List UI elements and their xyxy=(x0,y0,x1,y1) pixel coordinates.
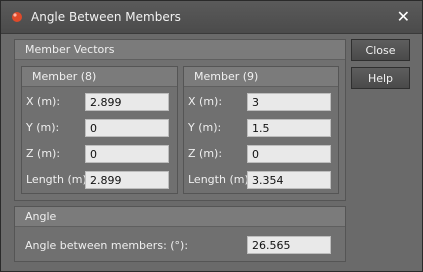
close-button[interactable]: Close xyxy=(351,39,410,61)
member-a-y-label: Y (m): xyxy=(26,121,60,134)
member-a-y-field[interactable]: 0 xyxy=(85,119,169,137)
angle-header: Angle xyxy=(15,207,345,227)
member-a-group: Member (8) X (m): 2.899 Y (m): 0 Z (m): … xyxy=(21,66,178,194)
member-a-x-field[interactable]: 2.899 xyxy=(85,93,169,111)
member-a-x-label: X (m): xyxy=(26,95,61,108)
help-button[interactable]: Help xyxy=(351,67,410,89)
title-bar[interactable]: Angle Between Members ✕ xyxy=(1,1,422,34)
member-b-title: Member (9) xyxy=(194,70,259,83)
member-b-x-label: X (m): xyxy=(188,95,223,108)
member-a-length-field[interactable]: 2.899 xyxy=(85,171,169,189)
member-b-group: Member (9) X (m): 3 Y (m): 1.5 Z (m): 0 … xyxy=(183,66,339,194)
angle-label: Angle between members: (°): xyxy=(25,239,189,252)
member-b-x-field[interactable]: 3 xyxy=(247,93,331,111)
close-icon[interactable]: ✕ xyxy=(397,7,410,26)
angle-value-field[interactable]: 26.565 xyxy=(247,236,331,254)
member-b-y-label: Y (m): xyxy=(188,121,222,134)
member-b-header: Member (9) xyxy=(184,67,338,87)
angle-between-members-dialog: Angle Between Members ✕ Member Vectors M… xyxy=(0,0,423,272)
member-b-y-field[interactable]: 1.5 xyxy=(247,119,331,137)
angle-group: Angle Angle between members: (°): 26.565 xyxy=(14,206,346,262)
window-title: Angle Between Members xyxy=(31,10,181,24)
member-b-z-label: Z (m): xyxy=(188,147,223,160)
member-icon xyxy=(12,12,22,22)
member-b-length-field[interactable]: 3.354 xyxy=(247,171,331,189)
member-a-z-field[interactable]: 0 xyxy=(85,145,169,163)
member-a-header: Member (8) xyxy=(22,67,177,87)
member-vectors-title: Member Vectors xyxy=(25,43,115,56)
member-vectors-group: Member Vectors Member (8) X (m): 2.899 Y… xyxy=(14,39,346,201)
member-a-z-label: Z (m): xyxy=(26,147,61,160)
member-b-z-field[interactable]: 0 xyxy=(247,145,331,163)
member-b-length-label: Length (m): xyxy=(188,173,253,186)
member-a-length-label: Length (m): xyxy=(26,173,91,186)
member-a-title: Member (8) xyxy=(32,70,97,83)
member-vectors-header: Member Vectors xyxy=(15,40,345,60)
angle-title: Angle xyxy=(25,210,57,223)
